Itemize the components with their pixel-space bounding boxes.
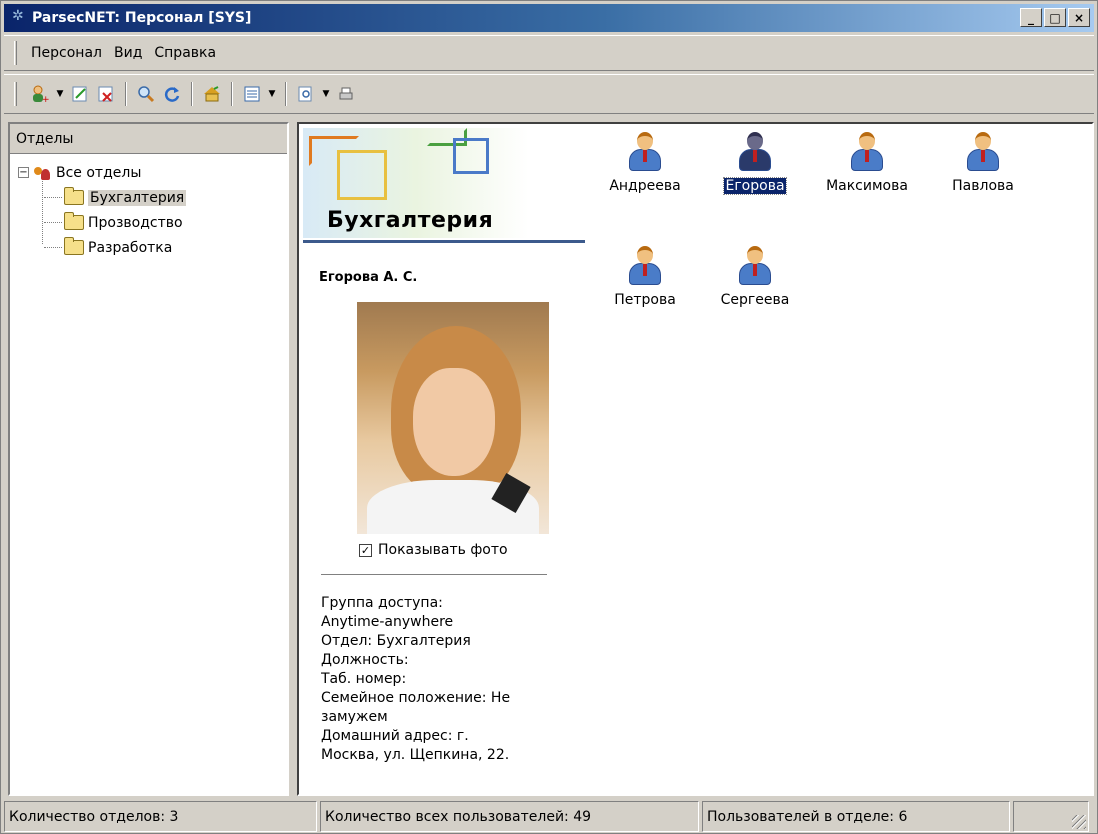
refresh-icon[interactable] <box>161 83 183 105</box>
chevron-down-icon[interactable]: ▼ <box>267 83 277 105</box>
info-line: замужем <box>321 709 388 725</box>
delete-icon[interactable] <box>95 83 117 105</box>
person-item-label[interactable]: Егорова <box>723 177 787 195</box>
tree-item-production[interactable]: Прозводство <box>18 210 287 235</box>
menu-view[interactable]: Вид <box>108 43 148 63</box>
toolbar-separator <box>231 82 233 106</box>
tree-item-accounting[interactable]: Бухгалтерия <box>18 185 287 210</box>
show-photo-toggle[interactable]: ✓ Показывать фото <box>359 542 508 558</box>
collapse-icon[interactable]: − <box>18 167 29 178</box>
info-divider <box>321 574 547 575</box>
tree-item-label[interactable]: Бухгалтерия <box>88 189 187 206</box>
content-pane: Бухгалтерия Егорова А. С. ✓ Показывать ф… <box>297 122 1094 796</box>
departments-tree: − Все отделы Бухгалтерия Прозводство Раз… <box>10 154 287 260</box>
banner-square-decor <box>337 150 387 200</box>
banner-underline <box>303 240 585 243</box>
add-user-icon[interactable]: + <box>29 83 51 105</box>
menu-personnel[interactable]: Персонал <box>25 43 108 63</box>
info-line: Москва, ул. Щепкина, 22. <box>321 747 510 762</box>
user-icon <box>738 246 772 286</box>
user-icon <box>628 132 662 172</box>
menubar-grip[interactable] <box>14 41 17 65</box>
person-item-label[interactable]: Андреева <box>609 178 680 194</box>
tree-item-label[interactable]: Прозводство <box>88 215 183 231</box>
toolbar-grip[interactable] <box>14 82 17 106</box>
edit-icon[interactable] <box>69 83 91 105</box>
person-photo <box>357 302 549 534</box>
person-item[interactable]: Павлова <box>933 132 1033 194</box>
toolbar-separator <box>285 82 287 106</box>
person-item[interactable]: Сергеева <box>705 246 805 308</box>
departments-header[interactable]: Отделы <box>10 124 287 154</box>
person-item[interactable]: Егорова <box>705 132 805 195</box>
chevron-down-icon[interactable]: ▼ <box>321 83 331 105</box>
search-icon[interactable] <box>135 83 157 105</box>
toolbar-separator <box>191 82 193 106</box>
person-item[interactable]: Петрова <box>595 246 695 308</box>
tree-root[interactable]: − Все отделы <box>18 160 287 185</box>
minimize-button[interactable]: _ <box>1020 8 1042 27</box>
toolbar: + ▼ ▼ ▼ <box>4 74 1094 114</box>
window-title: ParsecNET: Персонал [SYS] <box>32 10 252 26</box>
folder-open-icon <box>64 187 84 205</box>
user-icon <box>850 132 884 172</box>
user-icon <box>966 132 1000 172</box>
person-item-label[interactable]: Петрова <box>614 292 676 308</box>
department-banner: Бухгалтерия <box>303 128 585 243</box>
info-line: Таб. номер: <box>321 671 407 687</box>
users-group-icon <box>32 165 52 181</box>
department-title: Бухгалтерия <box>327 208 494 233</box>
photo-face <box>413 368 495 476</box>
tree-item-development[interactable]: Разработка <box>18 235 287 260</box>
person-item[interactable]: Андреева <box>595 132 695 194</box>
departments-pane: Отделы − Все отделы Бухгалтерия Прозводс… <box>8 122 289 796</box>
status-bar: Количество отделов: 3 Количество всех по… <box>4 801 1094 832</box>
status-departments-count: Количество отделов: 3 <box>4 801 317 832</box>
info-line: Anytime-anywhere <box>321 614 454 630</box>
show-photo-checkbox[interactable]: ✓ <box>359 543 372 557</box>
folder-icon <box>64 212 84 230</box>
folder-icon <box>64 237 84 255</box>
status-dept-users-count: Пользователей в отделе: 6 <box>702 801 1010 832</box>
user-icon <box>628 246 662 286</box>
person-info: Группа доступа: Anytime-anywhere Отдел: … <box>321 594 551 762</box>
app-window: ParsecNET: Персонал [SYS] _ □ × Персонал… <box>0 0 1098 834</box>
title-bar[interactable]: ParsecNET: Персонал [SYS] _ □ × <box>4 4 1094 32</box>
tree-root-label[interactable]: Все отделы <box>56 165 141 181</box>
person-item-label[interactable]: Максимова <box>826 178 908 194</box>
preview-icon[interactable] <box>295 83 317 105</box>
info-line: Семейное положение: Не <box>321 690 511 706</box>
window-controls: _ □ × <box>1020 8 1090 27</box>
menu-help[interactable]: Справка <box>148 43 222 63</box>
view-list-icon[interactable] <box>241 83 263 105</box>
person-item-label[interactable]: Павлова <box>952 178 1014 194</box>
tree-item-label[interactable]: Разработка <box>88 240 172 256</box>
person-item-label[interactable]: Сергеева <box>721 292 790 308</box>
print-icon[interactable] <box>335 83 357 105</box>
close-button[interactable]: × <box>1068 8 1090 27</box>
toolbar-separator <box>125 82 127 106</box>
info-line: Домашний адрес: г. <box>321 728 469 744</box>
person-name: Егорова А. С. <box>319 270 418 285</box>
maximize-button[interactable]: □ <box>1044 8 1066 27</box>
chevron-down-icon[interactable]: ▼ <box>55 83 65 105</box>
person-item[interactable]: Максимова <box>817 132 917 194</box>
banner-square-decor <box>453 138 489 174</box>
user-icon <box>738 132 772 172</box>
status-all-users-count: Количество всех пользователей: 49 <box>320 801 699 832</box>
menu-bar: Персонал Вид Справка <box>4 35 1094 71</box>
info-line: Отдел: Бухгалтерия <box>321 633 471 649</box>
people-list: Андреева Егорова Максимова Павлова Петро… <box>595 124 1090 424</box>
svg-text:+: + <box>42 95 49 103</box>
resize-grip-icon[interactable] <box>1013 801 1089 832</box>
info-line: Группа доступа: <box>321 595 443 611</box>
show-photo-label[interactable]: Показывать фото <box>378 542 508 558</box>
app-logo-icon <box>12 8 26 25</box>
home-icon[interactable] <box>201 83 223 105</box>
info-line: Должность: <box>321 652 409 668</box>
